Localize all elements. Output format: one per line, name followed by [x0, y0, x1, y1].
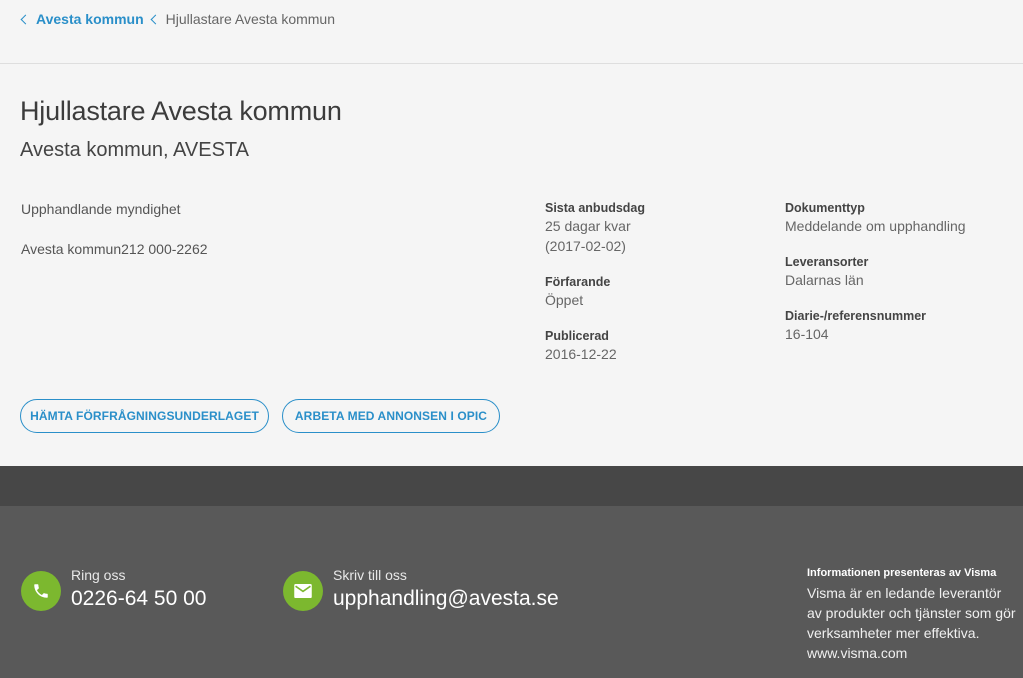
published-label: Publicerad — [545, 329, 609, 343]
visma-info: Informationen presenteras av Visma Visma… — [807, 566, 1019, 663]
meta-location: Leveransorter Dalarnas län — [785, 254, 966, 290]
authority-id: Avesta kommun212 000-2262 — [21, 241, 208, 257]
breadcrumb-link-parent[interactable]: Avesta kommun — [36, 11, 144, 27]
procedure-label: Förfarande — [545, 275, 611, 289]
breadcrumb-item-parent[interactable]: Avesta kommun — [20, 11, 152, 27]
phone-label: Ring oss — [71, 567, 126, 583]
doctype-value: Meddelande om upphandling — [785, 218, 966, 234]
deadline-remaining: 25 dagar kvar — [545, 218, 631, 234]
breadcrumb-item-current: Hjullastare Avesta kommun — [150, 11, 335, 27]
meta-procedure: Förfarande Öppet — [545, 274, 645, 310]
deadline-label: Sista anbudsdag — [545, 201, 646, 215]
page-subtitle: Avesta kommun, AVESTA — [20, 139, 249, 161]
visma-title: Informationen presenteras av Visma — [807, 567, 997, 579]
reference-value: 16-104 — [785, 326, 829, 342]
contact-email: Skriv till oss upphandling@avesta.se — [283, 566, 559, 614]
reference-label: Diarie-/referensnummer — [785, 309, 927, 323]
location-label: Leveransorter — [785, 255, 869, 269]
meta-column-right: Dokumenttyp Meddelande om upphandling Le… — [785, 200, 966, 362]
meta-published: Publicerad 2016-12-22 — [545, 328, 645, 364]
header-divider — [0, 63, 1023, 64]
email-label: Skriv till oss — [333, 567, 407, 583]
footer-band — [0, 466, 1023, 506]
authority-label: Upphandlande myndighet — [21, 201, 181, 217]
visma-link[interactable]: www.visma.com — [807, 643, 1019, 663]
chevron-left-icon — [150, 14, 161, 25]
work-in-opic-button[interactable]: ARBETA MED ANNONSEN I OPIC — [282, 399, 500, 433]
phone-icon[interactable] — [21, 571, 61, 611]
visma-description: Visma är en ledande leverantör av produk… — [807, 585, 1016, 641]
page-title: Hjullastare Avesta kommun — [20, 96, 342, 126]
published-value: 2016-12-22 — [545, 346, 617, 362]
email-text: Skriv till oss upphandling@avesta.se — [333, 566, 559, 614]
footer: Ring oss 0226-64 50 00 Skriv till oss up… — [0, 506, 1023, 678]
email-address[interactable]: upphandling@avesta.se — [333, 584, 559, 614]
breadcrumb-current: Hjullastare Avesta kommun — [165, 11, 335, 27]
download-documents-button[interactable]: HÄMTA FÖRFRÅGNINGSUNDERLAGET — [20, 399, 269, 433]
procedure-value: Öppet — [545, 292, 584, 308]
contact-phone: Ring oss 0226-64 50 00 — [21, 566, 206, 614]
breadcrumb: Avesta kommun Hjullastare Avesta kommun — [20, 11, 335, 27]
phone-number[interactable]: 0226-64 50 00 — [71, 584, 206, 614]
meta-doctype: Dokumenttyp Meddelande om upphandling — [785, 200, 966, 236]
authority-info: Upphandlande myndighet Avesta kommun212 … — [21, 201, 208, 257]
doctype-label: Dokumenttyp — [785, 201, 865, 215]
meta-column-left: Sista anbudsdag 25 dagar kvar (2017-02-0… — [545, 200, 645, 382]
location-value: Dalarnas län — [785, 272, 864, 288]
chevron-left-icon — [20, 14, 31, 25]
phone-text: Ring oss 0226-64 50 00 — [71, 566, 206, 614]
meta-deadline: Sista anbudsdag 25 dagar kvar (2017-02-0… — [545, 200, 645, 256]
deadline-date: (2017-02-02) — [545, 238, 626, 254]
meta-reference: Diarie-/referensnummer 16-104 — [785, 308, 966, 344]
envelope-icon[interactable] — [283, 571, 323, 611]
